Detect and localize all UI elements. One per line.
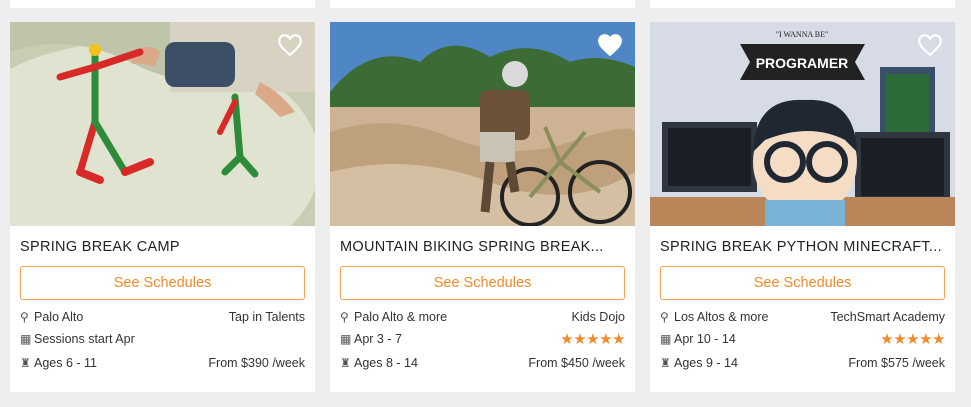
calendar-icon: ▦ bbox=[340, 332, 352, 346]
location-row: ⚲ Palo Alto Tap in Talents bbox=[20, 310, 305, 326]
camp-dates: Apr 3 - 7 bbox=[354, 332, 402, 346]
ages-row: ♜ Ages 9 - 14 From $575 /week bbox=[660, 356, 945, 372]
star-icon: ★ bbox=[906, 331, 920, 348]
camp-location: Palo Alto bbox=[34, 310, 84, 324]
star-icon: ★ bbox=[573, 331, 587, 348]
camp-photo[interactable] bbox=[10, 22, 315, 226]
camp-dates: Sessions start Apr bbox=[34, 332, 135, 346]
camp-price: From $575 /week bbox=[848, 356, 945, 370]
ages-row: ♜ Ages 8 - 14 From $450 /week bbox=[340, 356, 625, 372]
camp-price: From $390 /week bbox=[208, 356, 305, 370]
person-icon: ♜ bbox=[660, 356, 671, 370]
camp-ages: Ages 6 - 11 bbox=[34, 356, 98, 370]
camp-price: From $450 /week bbox=[528, 356, 625, 370]
see-schedules-button[interactable]: See Schedules bbox=[660, 266, 945, 300]
camp-photo[interactable] bbox=[330, 22, 635, 226]
rating-stars: ★★★★★ bbox=[560, 330, 625, 348]
star-icon: ★ bbox=[932, 331, 945, 348]
camp-card[interactable]: "I WANNA BE" PROGRAMER SPRING BREAK PYTH… bbox=[650, 22, 955, 392]
person-icon: ♜ bbox=[340, 356, 351, 370]
ages-row: ♜ Ages 6 - 11 From $390 /week bbox=[20, 356, 305, 372]
previous-card-edge bbox=[650, 0, 955, 8]
star-icon: ★ bbox=[919, 331, 933, 348]
see-schedules-button[interactable]: See Schedules bbox=[20, 266, 305, 300]
camp-ages: Ages 8 - 14 bbox=[354, 356, 418, 370]
camp-dates: Apr 10 - 14 bbox=[674, 332, 736, 346]
map-pin-icon: ⚲ bbox=[660, 310, 669, 324]
star-icon: ★ bbox=[560, 331, 574, 348]
location-row: ⚲ Los Altos & more TechSmart Academy bbox=[660, 310, 945, 326]
star-icon: ★ bbox=[599, 331, 613, 348]
star-icon: ★ bbox=[612, 331, 625, 348]
camp-title[interactable]: SPRING BREAK CAMP bbox=[20, 239, 305, 255]
rating-stars: ★★★★★ bbox=[880, 330, 945, 348]
star-icon: ★ bbox=[893, 331, 907, 348]
camp-title[interactable]: SPRING BREAK PYTHON MINECRAFT... bbox=[660, 239, 945, 255]
camp-title[interactable]: MOUNTAIN BIKING SPRING BREAK... bbox=[340, 239, 625, 255]
star-icon: ★ bbox=[880, 331, 894, 348]
favorite-heart-icon[interactable] bbox=[597, 33, 623, 57]
map-pin-icon: ⚲ bbox=[340, 310, 349, 324]
camp-provider[interactable]: TechSmart Academy bbox=[830, 310, 945, 324]
person-icon: ♜ bbox=[20, 356, 31, 370]
calendar-icon: ▦ bbox=[660, 332, 672, 346]
camp-card[interactable]: MOUNTAIN BIKING SPRING BREAK... See Sche… bbox=[330, 22, 635, 392]
dates-row: ▦ Apr 10 - 14 ★★★★★ bbox=[660, 330, 945, 348]
camp-provider[interactable]: Tap in Talents bbox=[229, 310, 305, 324]
previous-card-edge bbox=[330, 0, 635, 8]
banner-small-text: "I WANNA BE" bbox=[776, 30, 829, 39]
camp-location: Palo Alto & more bbox=[354, 310, 448, 324]
camp-provider[interactable]: Kids Dojo bbox=[572, 310, 626, 324]
see-schedules-button[interactable]: See Schedules bbox=[340, 266, 625, 300]
camp-ages: Ages 9 - 14 bbox=[674, 356, 738, 370]
map-pin-icon: ⚲ bbox=[20, 310, 29, 324]
previous-card-edge bbox=[10, 0, 315, 8]
dates-row: ▦ Sessions start Apr bbox=[20, 332, 305, 348]
favorite-heart-icon[interactable] bbox=[917, 33, 943, 57]
banner-text: PROGRAMER bbox=[756, 55, 849, 71]
location-row: ⚲ Palo Alto & more Kids Dojo bbox=[340, 310, 625, 326]
dates-row: ▦ Apr 3 - 7 ★★★★★ bbox=[340, 330, 625, 348]
camp-location: Los Altos & more bbox=[674, 310, 769, 324]
favorite-heart-icon[interactable] bbox=[277, 33, 303, 57]
camp-photo[interactable]: "I WANNA BE" PROGRAMER bbox=[650, 22, 955, 226]
star-icon: ★ bbox=[586, 331, 600, 348]
camp-card[interactable]: SPRING BREAK CAMP See Schedules ⚲ Palo Al… bbox=[10, 22, 315, 392]
calendar-icon: ▦ bbox=[20, 332, 32, 346]
